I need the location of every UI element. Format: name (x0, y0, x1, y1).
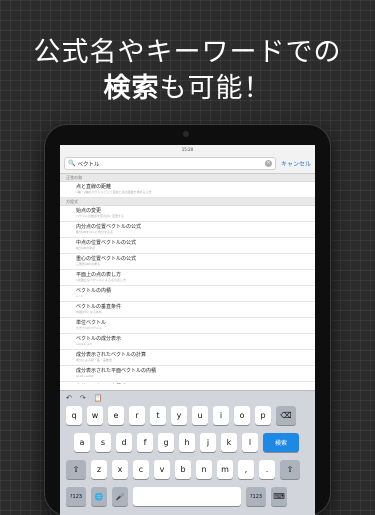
list-item[interactable]: 単位ベクトル 大きさ1のベクトル (60, 318, 315, 334)
list-item-subtitle: a・b (76, 294, 83, 298)
key-d[interactable]: d (116, 433, 132, 452)
list-item[interactable]: 始点の変更 ベクトルの始点を別の点に変更する (60, 206, 315, 222)
key-,[interactable]: , (238, 460, 254, 479)
search-icon: 🔍 (68, 160, 76, 167)
list-item[interactable]: 内分点の位置ベクトルの公式 線分ABをm:nに内分する点 (60, 222, 315, 238)
list-item-subtitle: 線分ABの中点 (76, 246, 96, 250)
section-header: 方程式 (60, 198, 315, 206)
list-item[interactable]: 平面上の点の表し方 1次独立なベクトルによる点の表し方 (60, 270, 315, 286)
clear-icon[interactable]: × (264, 160, 272, 167)
numbers-key[interactable]: ?123 (66, 487, 86, 506)
key-u[interactable]: u (192, 406, 208, 425)
key-r[interactable]: r (129, 406, 145, 425)
key-n[interactable]: n (196, 460, 212, 479)
mic-icon[interactable]: 🎤 (112, 487, 128, 506)
key-e[interactable]: e (108, 406, 124, 425)
key-p[interactable]: p (255, 406, 271, 425)
key-q[interactable]: q (66, 406, 82, 425)
key-row-3: ⇧ z x c v b n m,. ⇧ (66, 460, 315, 479)
key-z[interactable]: z (91, 460, 107, 479)
redo-icon[interactable]: ↷ (80, 394, 86, 402)
list-item[interactable]: ベクトルの内積 a・b (60, 286, 315, 302)
key-m[interactable]: m (217, 460, 233, 479)
key-o[interactable]: o (234, 406, 250, 425)
list-item-subtitle: 大きさ1のベクトル (76, 326, 102, 330)
list-item-subtitle: 1次独立なベクトルによる点の表し方 (76, 278, 126, 282)
list-item[interactable]: ベクトルの成分表示 a=(a1, a2) (60, 334, 315, 350)
globe-icon[interactable]: 🌐 (91, 487, 107, 506)
list-item-subtitle: 三角形ABCの重心 (76, 262, 101, 266)
list-item[interactable]: 点と直線の距離 x軸・y軸のベクトルとして直線と点の距離を求める公式 (60, 182, 315, 198)
key-row-1: q w e r t y u i o p ⌫ (66, 406, 315, 425)
status-time: 15:20 (181, 147, 194, 152)
headline-rest: も可能！ (159, 73, 272, 104)
search-row: 🔍 × キャンセル (60, 154, 315, 174)
keyboard-toolbar: ↶ ↷ 📋 (60, 391, 315, 404)
key-l[interactable]: l (242, 433, 258, 452)
shift-icon-right[interactable]: ⇧ (280, 460, 300, 479)
backspace-icon[interactable]: ⌫ (276, 406, 296, 425)
tablet-frame: 15:20 🔍 × キャンセル 正弦の和点と直線の距離x軸・y軸のベクトルとして… (45, 125, 330, 515)
search-key[interactable]: 検索 (263, 433, 299, 452)
key-s[interactable]: s (95, 433, 111, 452)
list-item-subtitle: 成分による和・差・実数倍 (76, 358, 112, 362)
keyboard-hide-icon[interactable]: ⌨ (271, 487, 287, 506)
headline-line1: 公式名やキーワードでの (33, 37, 342, 68)
status-bar: 15:20 (60, 145, 315, 154)
space-key[interactable] (133, 487, 241, 506)
list-item-subtitle: a=(a1, a2) (76, 342, 93, 346)
list-item-subtitle: 線分ABをm:nに内分する点 (76, 230, 113, 234)
key-row-2: a s d f g h j k l 検索 (74, 433, 315, 452)
headline-strong: 検索 (103, 73, 160, 104)
list-item[interactable]: 中点の位置ベクトルの公式 線分ABの中点 (60, 238, 315, 254)
key-i[interactable]: i (213, 406, 229, 425)
list-item[interactable]: 成分表示された平面ベクトルの内積 a1b1+a2b2 (60, 366, 315, 382)
key-x[interactable]: x (112, 460, 128, 479)
keyboard: ↶ ↷ 📋 q w e r t y u i o p ⌫ a s d f g h j k l 検索 ⇧ z x c v b n m,.… (60, 390, 315, 515)
key-y[interactable]: y (171, 406, 187, 425)
key-f[interactable]: f (137, 433, 153, 452)
headline-line2: 検索も可能！ (0, 66, 375, 105)
list-item[interactable]: 重心の位置ベクトルの公式 三角形ABCの重心 (60, 254, 315, 270)
numbers-key-right[interactable]: ?123 (246, 487, 266, 506)
key-w[interactable]: w (87, 406, 103, 425)
key-row-4: ?123 🌐 🎤 ?123 ⌨ (66, 487, 315, 506)
shift-icon[interactable]: ⇧ (66, 460, 86, 479)
list-item-subtitle: ベクトルの始点を別の点に変更する (76, 214, 125, 218)
list-item[interactable]: 直線のベクトル方程式p=a+tu (60, 382, 315, 384)
undo-icon[interactable]: ↶ (66, 394, 72, 402)
section-header: 正弦の和 (60, 174, 315, 182)
key-c[interactable]: c (133, 460, 149, 479)
camera-icon (183, 131, 189, 137)
key-.[interactable]: . (259, 460, 275, 479)
tablet-screen: 15:20 🔍 × キャンセル 正弦の和点と直線の距離x軸・y軸のベクトルとして… (60, 145, 315, 515)
key-v[interactable]: v (154, 460, 170, 479)
list-item[interactable]: 成分表示されたベクトルの計算 成分による和・差・実数倍 (60, 350, 315, 366)
key-j[interactable]: j (200, 433, 216, 452)
key-t[interactable]: t (150, 406, 166, 425)
list-item-subtitle: x軸・y軸のベクトルとして直線と点の距離を求める公式 (76, 190, 152, 194)
key-k[interactable]: k (221, 433, 237, 452)
search-input[interactable] (77, 158, 265, 169)
key-h[interactable]: h (179, 433, 195, 452)
clipboard-icon[interactable]: 📋 (94, 394, 103, 402)
list-item-subtitle: a1b1+a2b2 (76, 374, 94, 378)
list-item-subtitle: 内積が0となる条件 (76, 310, 102, 314)
list-item[interactable]: ベクトルの垂直条件 内積が0となる条件 (60, 302, 315, 318)
key-g[interactable]: g (158, 433, 174, 452)
result-list: 正弦の和 点と直線の距離 x軸・y軸のベクトルとして直線と点の距離を求める公式 方程式… (60, 174, 315, 384)
cancel-button[interactable]: キャンセル (281, 159, 311, 168)
key-b[interactable]: b (175, 460, 191, 479)
key-a[interactable]: a (74, 433, 90, 452)
search-box[interactable]: 🔍 × (64, 157, 276, 170)
